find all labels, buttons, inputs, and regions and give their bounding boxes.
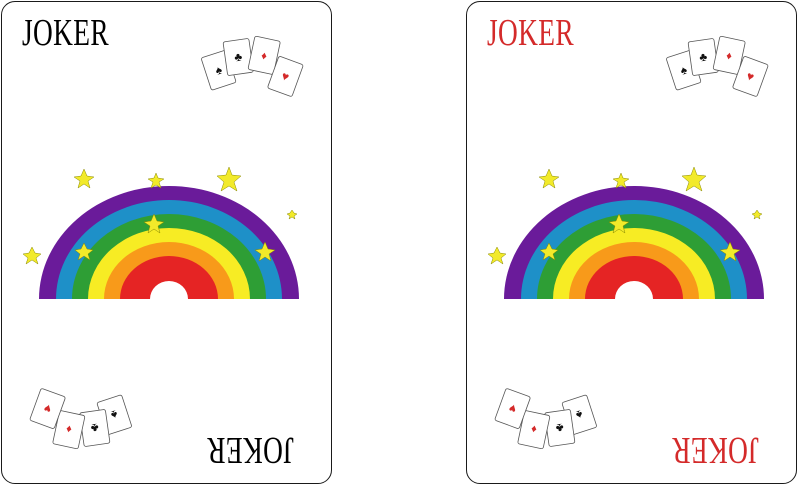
ace-card-club-1: ♣ <box>222 38 254 76</box>
mini-aces-bottom: ♠ ♣ ♦ ♥ <box>485 387 615 457</box>
star-icon <box>147 172 165 189</box>
star-icon <box>612 172 630 189</box>
ace-card-club-4: ♣ <box>544 409 576 447</box>
mini-aces-top: ♠ ♣ ♦ ♥ <box>648 28 778 98</box>
star-icon <box>216 166 242 192</box>
ace-card-club-3: ♣ <box>687 38 719 76</box>
joker-title-bottom: JOKER <box>672 429 760 471</box>
star-icon <box>22 246 42 265</box>
star-icon <box>538 168 560 189</box>
joker-card-red[interactable]: JOKER ♠ ♣ ♦ ♥ ♠ ♣ ♦ ♥ JOKER <box>466 1 797 484</box>
joker-cards-stage: JOKER ♠ ♣ ♦ ♥ ♠ ♣ ♦ ♥ JOKER JOKER ♠ ♣ ♦ … <box>0 0 800 486</box>
rainbow-art <box>22 164 314 304</box>
star-icon <box>751 209 763 220</box>
ace-card-club-2: ♣ <box>79 409 111 447</box>
joker-card-black[interactable]: JOKER ♠ ♣ ♦ ♥ ♠ ♣ ♦ ♥ JOKER <box>1 1 332 484</box>
star-icon <box>487 246 507 265</box>
star-icon <box>681 166 707 192</box>
joker-title-bottom: JOKER <box>207 429 295 471</box>
rainbow-art <box>487 164 779 304</box>
star-icon <box>73 168 95 189</box>
joker-title-top: JOKER <box>22 12 109 54</box>
mini-aces-bottom: ♠ ♣ ♦ ♥ <box>20 387 150 457</box>
mini-aces-top: ♠ ♣ ♦ ♥ <box>183 28 313 98</box>
star-icon <box>286 209 298 220</box>
joker-title-top: JOKER <box>487 12 574 54</box>
